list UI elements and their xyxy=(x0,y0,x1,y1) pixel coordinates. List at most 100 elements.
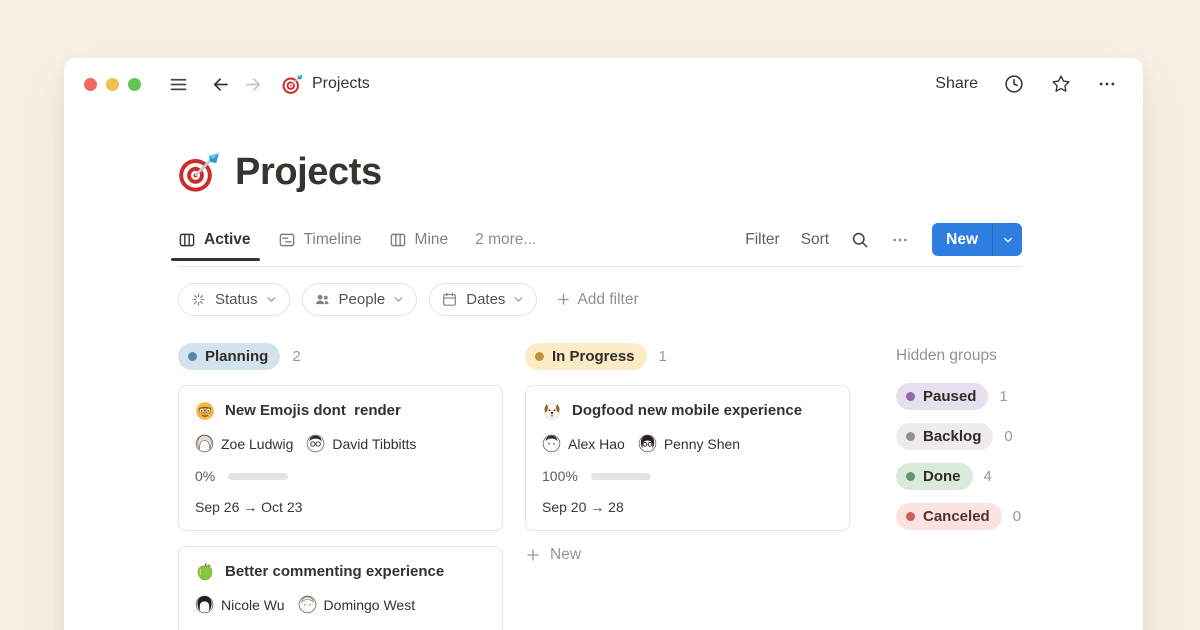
search-icon[interactable] xyxy=(850,230,870,250)
assignee: Zoe Ludwig xyxy=(195,434,293,453)
avatar-alex-hao xyxy=(542,434,561,453)
done-status-pill[interactable]: Done xyxy=(896,463,973,490)
add-filter-button[interactable]: Add filter xyxy=(556,291,638,309)
chevron-down-icon xyxy=(513,294,524,305)
assignee-name: David Tibbitts xyxy=(332,436,416,452)
desktop-background: Projects Share Projects xyxy=(0,0,1200,630)
column-planning: Planning 2 New Emojis dont render Z xyxy=(178,342,503,630)
avatar-zoe-ludwig xyxy=(195,434,214,453)
hidden-group-canceled: Canceled 0 xyxy=(896,503,1066,530)
status-dot xyxy=(906,392,915,401)
card-title: Better commenting experience xyxy=(225,561,444,582)
assignee-name: Zoe Ludwig xyxy=(221,436,293,452)
plus-icon xyxy=(525,547,541,563)
filter-chips-bar: Status People Dates xyxy=(178,283,1022,316)
new-dropdown-button[interactable] xyxy=(992,223,1022,256)
paused-status-pill[interactable]: Paused xyxy=(896,383,988,410)
timeline-view-icon xyxy=(278,231,296,249)
done-count: 4 xyxy=(984,468,992,485)
card-dogfood-mobile[interactable]: Dogfood new mobile experience Alex Hao P… xyxy=(525,385,850,531)
card-new-emojis[interactable]: New Emojis dont render Zoe Ludwig David … xyxy=(178,385,503,531)
people-chip-label: People xyxy=(339,291,386,308)
card-progress: 0% xyxy=(195,468,486,484)
assignee-name: Nicole Wu xyxy=(221,597,285,613)
sidebar-menu-icon[interactable] xyxy=(168,74,189,95)
planning-count: 2 xyxy=(292,348,300,365)
assignee: Nicole Wu xyxy=(195,595,285,614)
card-title-row: New Emojis dont render xyxy=(195,400,486,421)
sort-button[interactable]: Sort xyxy=(801,231,829,249)
tab-mine[interactable]: Mine xyxy=(389,231,449,249)
window-topbar: Projects Share xyxy=(64,58,1143,110)
in-progress-status-pill[interactable]: In Progress xyxy=(525,343,647,370)
zoom-window-button[interactable] xyxy=(128,78,141,91)
status-chip-label: Status xyxy=(215,291,258,308)
progress-bar xyxy=(591,473,651,480)
canceled-count: 0 xyxy=(1013,508,1021,525)
assignee: David Tibbitts xyxy=(306,434,416,453)
dates-filter-chip[interactable]: Dates xyxy=(429,283,537,316)
status-dot xyxy=(906,472,915,481)
disguised-face-emoji-icon xyxy=(195,401,215,421)
tabs-more-button[interactable]: 2 more... xyxy=(475,231,536,249)
paused-count: 1 xyxy=(999,388,1007,405)
card-dates: Sep 26 → Oct 23 xyxy=(195,499,486,515)
view-tabs-bar: Active Timeline Mine 2 more... Filter So… xyxy=(178,223,1022,267)
add-card-label: New xyxy=(550,546,581,564)
assignee: Alex Hao xyxy=(542,434,625,453)
paused-label: Paused xyxy=(923,388,976,405)
people-icon xyxy=(314,291,331,308)
card-assignees: Nicole Wu Domingo West xyxy=(195,595,486,614)
view-more-options-icon[interactable] xyxy=(891,231,909,249)
people-filter-chip[interactable]: People xyxy=(302,283,418,316)
tab-active[interactable]: Active xyxy=(178,231,251,249)
card-better-commenting[interactable]: Better commenting experience Nicole Wu D… xyxy=(178,546,503,630)
card-title-row: Better commenting experience xyxy=(195,561,486,582)
avatar-david-tibbitts xyxy=(306,434,325,453)
backlog-status-pill[interactable]: Backlog xyxy=(896,423,993,450)
more-options-icon[interactable] xyxy=(1097,74,1117,94)
avatar-nicole-wu xyxy=(195,595,214,614)
assignee-name: Domingo West xyxy=(324,597,416,613)
canceled-status-pill[interactable]: Canceled xyxy=(896,503,1002,530)
column-in-progress-header: In Progress 1 xyxy=(525,342,850,370)
in-progress-count: 1 xyxy=(659,348,667,365)
calendar-icon xyxy=(441,291,458,308)
minimize-window-button[interactable] xyxy=(106,78,119,91)
dog-face-emoji-icon xyxy=(542,401,562,421)
status-dot xyxy=(906,512,915,521)
share-button[interactable]: Share xyxy=(935,75,978,93)
progress-label: 0% xyxy=(195,468,215,484)
dates-chip-label: Dates xyxy=(466,291,505,308)
add-card-button[interactable]: New xyxy=(525,546,850,564)
close-window-button[interactable] xyxy=(84,78,97,91)
planning-status-pill[interactable]: Planning xyxy=(178,343,280,370)
chevron-down-icon xyxy=(393,294,404,305)
dart-target-icon xyxy=(282,74,303,95)
page-title[interactable]: Projects xyxy=(235,151,382,194)
breadcrumb[interactable]: Projects xyxy=(282,74,370,95)
card-assignees: Zoe Ludwig David Tibbitts xyxy=(195,434,486,453)
status-filter-chip[interactable]: Status xyxy=(178,283,290,316)
column-in-progress: In Progress 1 Dogfood new mobile experie… xyxy=(525,342,850,564)
tab-mine-label: Mine xyxy=(415,231,449,249)
assignee-name: Alex Hao xyxy=(568,436,625,452)
column-planning-header: Planning 2 xyxy=(178,342,503,370)
history-clock-icon[interactable] xyxy=(1003,73,1025,95)
favorite-star-icon[interactable] xyxy=(1050,73,1072,95)
back-arrow-icon[interactable] xyxy=(210,74,231,95)
forward-arrow-icon[interactable] xyxy=(243,74,264,95)
avatar-penny-shen xyxy=(638,434,657,453)
page-dart-target-icon[interactable] xyxy=(178,152,220,194)
progress-label: 100% xyxy=(542,468,578,484)
assignee: Domingo West xyxy=(298,595,416,614)
tab-timeline-label: Timeline xyxy=(304,231,362,249)
card-progress: 100% xyxy=(542,468,833,484)
tab-timeline[interactable]: Timeline xyxy=(278,231,362,249)
filter-button[interactable]: Filter xyxy=(745,231,779,249)
new-button[interactable]: New xyxy=(932,223,992,256)
add-filter-label: Add filter xyxy=(577,291,638,309)
avatar-domingo-west xyxy=(298,595,317,614)
status-dot xyxy=(188,352,197,361)
card-title: Dogfood new mobile experience xyxy=(572,400,802,421)
